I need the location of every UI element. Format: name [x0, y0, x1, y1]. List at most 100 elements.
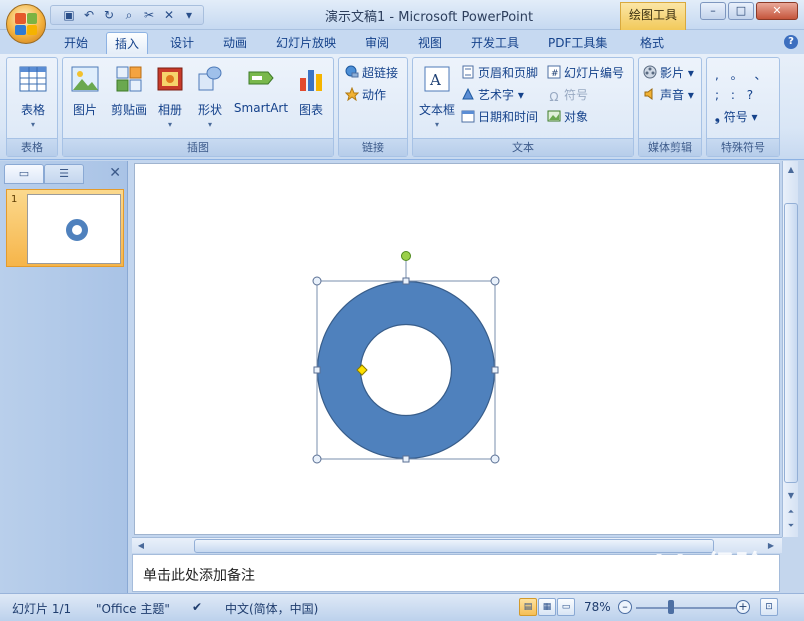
slideshow-view-icon[interactable]: ▭ — [557, 598, 575, 616]
smartart-button[interactable]: SmartArt — [233, 64, 289, 115]
tab-animation[interactable]: 动画 — [215, 32, 255, 54]
resize-handle-top-left[interactable] — [312, 276, 322, 286]
datetime-button[interactable]: 日期和时间 — [461, 108, 538, 126]
customize-icon[interactable]: ▾ — [181, 7, 197, 23]
zoom-slider-track[interactable] — [636, 607, 736, 609]
help-icon[interactable]: ? — [784, 35, 798, 49]
slide-sorter-view-icon[interactable]: ▦ — [538, 598, 556, 616]
slide-editor — [129, 161, 782, 537]
smartart-icon — [248, 71, 274, 85]
zoom-level[interactable]: 78% — [584, 600, 611, 614]
chart-label: 图表 — [298, 103, 323, 117]
tab-design[interactable]: 设计 — [162, 32, 202, 54]
slide-thumbnail[interactable] — [27, 194, 121, 264]
redo-icon[interactable]: ↻ — [101, 7, 117, 23]
tab-home[interactable]: 开始 — [56, 32, 96, 54]
chart-button[interactable]: 图表 — [293, 64, 329, 118]
resize-handle-right[interactable] — [491, 366, 499, 374]
slide-canvas[interactable] — [134, 163, 780, 535]
table-icon — [19, 66, 47, 92]
picture-button[interactable]: 图片 — [67, 64, 103, 118]
close-doc-icon[interactable]: ✕ — [161, 7, 177, 23]
slide-drawing — [312, 251, 500, 464]
scroll-left-icon[interactable]: ◀ — [134, 539, 148, 553]
header-footer-button[interactable]: 页眉和页脚 — [461, 64, 538, 82]
zoom-out-icon[interactable]: – — [618, 600, 632, 614]
print-preview-icon[interactable]: ⌕ — [121, 7, 137, 23]
movie-button[interactable]: 影片 ▾ — [643, 64, 694, 82]
textbox-label: 文本框 — [418, 103, 455, 117]
close-icon[interactable]: ✕ — [756, 2, 798, 20]
shapes-button[interactable]: 形状 ▾ — [193, 64, 227, 129]
symbol-row-1[interactable]: , 。 、 — [715, 66, 770, 84]
resize-handle-bottom-left[interactable] — [312, 454, 322, 464]
scroll-up-icon[interactable]: ▲ — [784, 163, 798, 177]
object-button[interactable]: 对象 — [547, 108, 588, 126]
dropdown-arrow-icon: ▾ — [207, 120, 212, 129]
next-slide-icon[interactable]: ⏷ — [784, 519, 798, 533]
tab-slideshow[interactable]: 幻灯片放映 — [268, 32, 344, 54]
slide-number-button[interactable]: # 幻灯片编号 — [547, 64, 624, 82]
group-label-illustrations: 插图 — [63, 138, 333, 156]
wordart-icon — [462, 87, 474, 100]
dropdown-arrow-icon: ▾ — [30, 120, 35, 129]
resize-handle-bottom[interactable] — [402, 455, 410, 463]
resize-handle-bottom-right[interactable] — [490, 454, 500, 464]
group-special-symbols: , 。 、 ; : ? ❟ 符号 ▾ 特殊符号 — [706, 57, 780, 157]
clipart-button[interactable]: 剪贴画 — [107, 64, 151, 118]
group-label-media: 媒体剪辑 — [639, 138, 701, 156]
symbol-row-2[interactable]: ; : ? — [715, 86, 757, 104]
undo-icon[interactable]: ↶ — [81, 7, 97, 23]
special-symbol-button[interactable]: ❟ 符号 ▾ — [715, 108, 758, 126]
maximize-icon[interactable]: □ — [728, 2, 754, 20]
resize-handle-top[interactable] — [402, 277, 410, 285]
rotation-handle[interactable] — [401, 251, 411, 261]
speaker-icon — [644, 88, 653, 100]
scroll-right-icon[interactable]: ▶ — [764, 539, 778, 553]
minimize-icon[interactable]: – — [700, 2, 726, 20]
slide-number-label: 幻灯片编号 — [564, 66, 625, 80]
tab-view[interactable]: 视图 — [410, 32, 450, 54]
svg-text:A: A — [429, 71, 441, 89]
outline-tab-icon[interactable]: ☰ — [44, 164, 84, 184]
vertical-scrollbar[interactable]: ▲ ▼ ⏶ ⏷ — [782, 161, 798, 537]
slide-thumbnail-selected[interactable]: 1 — [6, 189, 124, 267]
slides-tab-icon[interactable]: ▭ — [4, 164, 44, 184]
group-label-links: 链接 — [339, 138, 407, 156]
tab-review[interactable]: 审阅 — [357, 32, 397, 54]
album-button[interactable]: 相册 ▾ — [153, 64, 187, 129]
tab-format[interactable]: 格式 — [632, 32, 672, 54]
resize-handle-left[interactable] — [313, 366, 321, 374]
ribbon-tabs: 开始 插入 设计 动画 幻灯片放映 审阅 视图 开发工具 PDF工具集 格式 ? — [0, 30, 804, 54]
tab-insert[interactable]: 插入 — [106, 32, 149, 54]
normal-view-icon[interactable]: ▤ — [519, 598, 537, 616]
slides-pane: ▭ ☰ ✕ 1 — [0, 161, 128, 593]
object-label: 对象 — [564, 110, 589, 124]
tab-pdf-tools[interactable]: PDF工具集 — [540, 32, 615, 54]
action-button[interactable]: 动作 — [345, 86, 386, 104]
wordart-button[interactable]: 艺术字 ▾ — [461, 86, 524, 104]
textbox-button[interactable]: A 文本框 ▾ — [417, 64, 457, 129]
fit-to-window-icon[interactable]: ⊡ — [760, 598, 778, 616]
zoom-slider-knob[interactable] — [668, 600, 674, 614]
sound-button[interactable]: 声音 ▾ — [643, 86, 694, 104]
table-button[interactable]: 表格 ▾ — [13, 64, 53, 129]
tab-developer[interactable]: 开发工具 — [463, 32, 527, 54]
office-button[interactable] — [6, 4, 46, 44]
vertical-scroll-thumb[interactable] — [784, 203, 798, 483]
cut-icon[interactable]: ✂ — [141, 7, 157, 23]
quick-access-toolbar: ▣ ↶ ↻ ⌕ ✂ ✕ ▾ — [50, 5, 204, 25]
save-icon[interactable]: ▣ — [61, 7, 77, 23]
previous-slide-icon[interactable]: ⏶ — [784, 505, 798, 519]
resize-handle-top-right[interactable] — [490, 276, 500, 286]
scroll-down-icon[interactable]: ▼ — [784, 489, 798, 503]
dropdown-arrow-icon: ▾ — [167, 120, 172, 129]
symbol-button-disabled[interactable]: Ω 符号 — [547, 86, 588, 104]
hyperlink-button[interactable]: 超链接 — [345, 64, 398, 82]
table-label: 表格 — [20, 103, 45, 117]
close-pane-icon[interactable]: ✕ — [109, 165, 121, 181]
picture-icon — [71, 66, 99, 92]
zoom-in-icon[interactable]: + — [736, 600, 750, 614]
spell-check-icon[interactable]: ✔ — [192, 600, 202, 614]
action-label: 动作 — [362, 88, 387, 102]
